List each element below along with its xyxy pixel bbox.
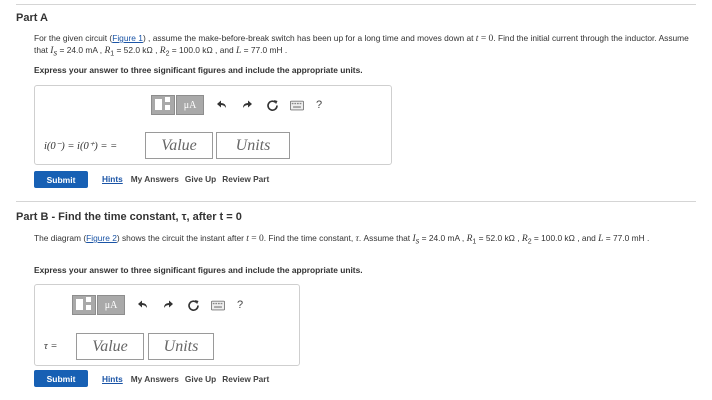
mu-icon[interactable]: μA (176, 95, 204, 115)
review-part-link[interactable]: Review Part (222, 174, 269, 184)
reset-icon[interactable] (186, 298, 200, 312)
template-icon[interactable] (151, 95, 175, 115)
part-a-answer-label: i(0⁻) = i(0⁺) = = (44, 141, 118, 152)
template-icon[interactable] (72, 295, 96, 315)
undo-icon[interactable] (215, 98, 229, 112)
units-input[interactable]: Units (216, 132, 290, 159)
hints-link[interactable]: Hints (102, 174, 123, 184)
part-a-instruction: Express your answer to three significant… (34, 65, 363, 75)
give-up-link[interactable]: Give Up (185, 374, 216, 384)
help-icon[interactable]: ? (316, 99, 322, 111)
hints-link[interactable]: Hints (102, 374, 123, 384)
part-b-problem-text: The diagram (Figure 2) shows the circuit… (34, 233, 650, 247)
units-input[interactable]: Units (148, 333, 214, 360)
part-a-links: Hints My Answers Give Up Review Part (102, 174, 275, 184)
part-b-instruction: Express your answer to three significant… (34, 265, 363, 275)
part-b-answer-label: τ = (44, 341, 58, 352)
part-b-title: Part B - Find the time constant, τ, afte… (16, 211, 242, 223)
submit-button[interactable]: Submit (34, 370, 88, 387)
help-icon[interactable]: ? (237, 299, 243, 311)
part-a-problem-text: For the given circuit (Figure 1) , assum… (34, 33, 689, 59)
redo-icon[interactable] (161, 298, 175, 312)
keyboard-icon[interactable] (290, 98, 304, 112)
part-b-links: Hints My Answers Give Up Review Part (102, 374, 275, 384)
give-up-link[interactable]: Give Up (185, 174, 216, 184)
value-input[interactable]: Value (76, 333, 144, 360)
mu-icon[interactable]: μA (97, 295, 125, 315)
part-b-toolbar: μA ? (72, 295, 243, 315)
review-part-link[interactable]: Review Part (222, 374, 269, 384)
figure-1-link[interactable]: Figure 1 (112, 33, 143, 43)
redo-icon[interactable] (240, 98, 254, 112)
part-divider (16, 201, 696, 202)
reset-icon[interactable] (265, 98, 279, 112)
value-input[interactable]: Value (145, 132, 213, 159)
my-answers-link[interactable]: My Answers (131, 374, 179, 384)
keyboard-icon[interactable] (211, 298, 225, 312)
part-a-title: Part A (16, 12, 48, 24)
part-a-toolbar: μA ? (151, 95, 322, 115)
top-divider (16, 4, 696, 5)
my-answers-link[interactable]: My Answers (131, 174, 179, 184)
submit-button[interactable]: Submit (34, 171, 88, 188)
undo-icon[interactable] (136, 298, 150, 312)
figure-2-link[interactable]: Figure 2 (86, 233, 117, 243)
